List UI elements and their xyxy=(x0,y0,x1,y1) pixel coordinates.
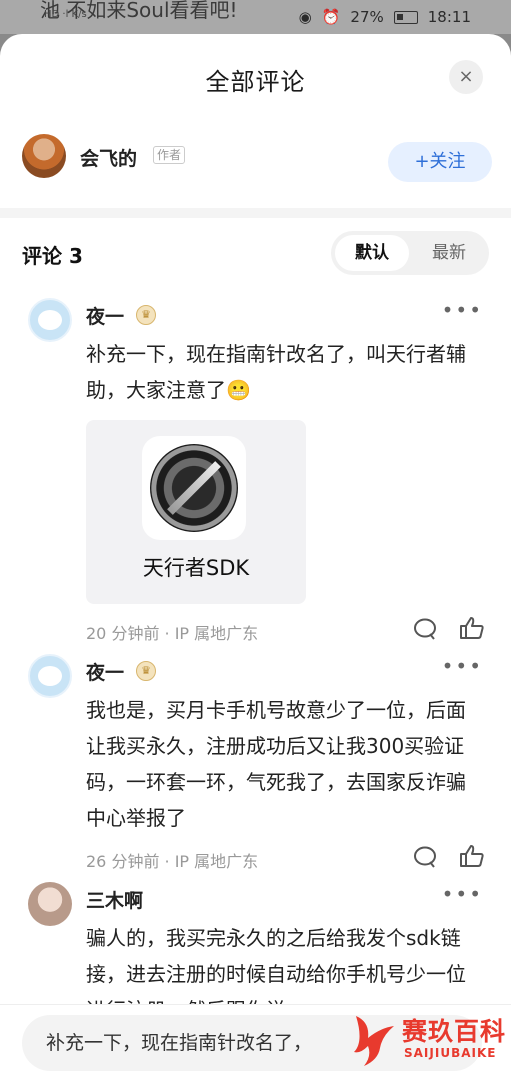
eye-icon: ◉ xyxy=(298,8,312,26)
watermark-title: 赛玖百科 xyxy=(402,1017,507,1046)
alarm-icon: ⏰ xyxy=(321,8,341,26)
sort-default-tab[interactable]: 默认 xyxy=(335,235,409,271)
close-icon: × xyxy=(458,66,474,87)
comment-bubble-icon[interactable] xyxy=(413,846,437,868)
comment-bubble-icon[interactable] xyxy=(413,618,437,640)
sheet-title: 全部评论 xyxy=(205,68,306,96)
link-card-title: 天行者SDK xyxy=(142,556,250,580)
more-dots-icon[interactable]: ••• xyxy=(442,298,483,322)
watermark: 赛玖百科 SAIJIUBAIKE xyxy=(350,1010,511,1072)
author-avatar[interactable] xyxy=(22,134,66,178)
commenter-name[interactable]: 三木啊 xyxy=(86,886,143,913)
comment-text: 补充一下，现在指南针改名了，叫天行者辅助，大家注意了😬 xyxy=(86,342,466,402)
watermark-subtitle: SAIJIUBAIKE xyxy=(404,1046,497,1060)
thumbs-up-icon[interactable] xyxy=(459,844,485,868)
comment-meta: 20 分钟前 · IP 属地广东 xyxy=(86,624,259,643)
author-badge: 作者 xyxy=(153,146,186,164)
follow-button[interactable]: +关注 xyxy=(388,142,492,182)
author-name[interactable]: 会飞的 xyxy=(80,144,137,171)
status-bar: 池 不如来Soul看看吧! HD ·l K/s ◉ ⏰ 27% 18:11 xyxy=(0,0,511,34)
comment-text: 我也是，买月卡手机号故意少了一位，后面让我买永久，注册成功后又让我300买验证码… xyxy=(86,698,466,830)
crown-badge-icon: ♛ xyxy=(136,661,156,681)
status-right: ◉ ⏰ 27% 18:11 xyxy=(299,8,471,26)
comments-sheet: 全部评论 × 会飞的 作者 +关注 评论 3 默认 最新 夜一 ♛ ••• 补充… xyxy=(0,34,511,1080)
battery-icon xyxy=(393,10,418,24)
watermark-logo-icon xyxy=(354,1016,394,1066)
section-divider xyxy=(0,208,511,218)
close-button[interactable]: × xyxy=(449,60,483,94)
sort-latest-tab[interactable]: 最新 xyxy=(413,235,485,271)
comment-meta: 26 分钟前 · IP 属地广东 xyxy=(86,852,259,871)
commenter-avatar[interactable] xyxy=(28,654,72,698)
battery-percent: 27% xyxy=(350,8,384,26)
link-card[interactable]: 天行者SDK xyxy=(86,420,306,604)
signal-icons: HD ·l K/s xyxy=(44,9,87,20)
more-dots-icon[interactable]: ••• xyxy=(442,882,483,906)
more-dots-icon[interactable]: ••• xyxy=(442,654,483,678)
commenter-avatar[interactable] xyxy=(28,298,72,342)
crown-badge-icon: ♛ xyxy=(136,305,156,325)
commenter-avatar[interactable] xyxy=(28,882,72,926)
thumbs-up-icon[interactable] xyxy=(459,616,485,640)
sort-toggle: 默认 最新 xyxy=(331,231,489,275)
compass-app-icon xyxy=(142,436,246,540)
author-row: 会飞的 作者 +关注 xyxy=(22,132,492,182)
clock: 18:11 xyxy=(427,8,471,26)
commenter-name[interactable]: 夜一 xyxy=(86,302,124,329)
commenter-name[interactable]: 夜一 xyxy=(86,658,124,685)
comments-count-title: 评论 3 xyxy=(22,244,83,268)
